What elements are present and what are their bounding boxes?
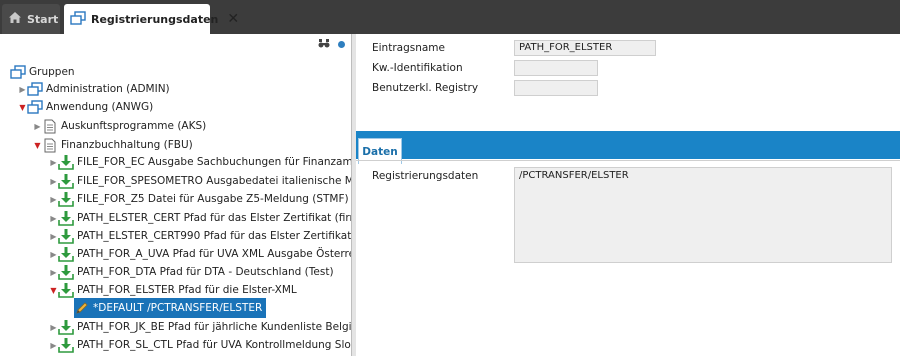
- expand-arrow-icon[interactable]: ▶: [49, 232, 58, 241]
- tree-item-registry[interactable]: ▶ PATH_ELSTER_CERT990 Pfad für das Elste…: [49, 226, 352, 246]
- registrierungsdaten-label: Registrierungsdaten: [372, 170, 479, 182]
- tab-registrierungsdaten-label: Registrierungsdaten: [91, 12, 219, 26]
- home-icon: [8, 11, 22, 27]
- tree-item-label: PATH_ELSTER_CERT Pfad für das Elster Zer…: [77, 212, 352, 224]
- download-icon: [58, 319, 74, 335]
- document-icon: [42, 118, 58, 134]
- group-icon: [27, 99, 43, 115]
- tree-item-anwg[interactable]: ▼ Anwendung (ANWG): [18, 97, 153, 117]
- kw-identifikation-label: Kw.-Identifikation: [372, 62, 463, 74]
- download-icon: [58, 154, 74, 170]
- tree-item-registry[interactable]: ▶ PATH_FOR_SL_CTL Pfad für UVA Kontrollm…: [49, 335, 352, 355]
- download-icon: [58, 282, 74, 298]
- tab-strip: [356, 131, 900, 159]
- download-icon: [58, 337, 74, 353]
- status-dot-icon: [338, 41, 345, 48]
- tree-item-registry[interactable]: ▶ PATH_FOR_A_UVA Pfad für UVA XML Ausgab…: [49, 244, 352, 264]
- expand-arrow-icon[interactable]: ▶: [49, 177, 58, 186]
- collapse-arrow-icon[interactable]: ▼: [49, 286, 58, 295]
- group-icon: [27, 81, 43, 97]
- download-icon: [58, 228, 74, 244]
- eintragsname-field[interactable]: PATH_FOR_ELSTER: [514, 40, 656, 56]
- tab-registrierungsdaten[interactable]: Registrierungsdaten ✕: [64, 4, 239, 34]
- expand-arrow-icon[interactable]: ▶: [49, 323, 58, 332]
- tree-item-label: PATH_FOR_SL_CTL Pfad für UVA Kontrollmel…: [77, 339, 352, 351]
- tree-item-registry[interactable]: ▶ FILE_FOR_Z5 Datei für Ausgabe Z5-Meldu…: [49, 189, 349, 209]
- benutzerkl-registry-label: Benutzerkl. Registry: [372, 82, 479, 94]
- detail-panel: Eintragsname PATH_FOR_ELSTER Kw.-Identif…: [356, 34, 900, 356]
- expand-arrow-icon[interactable]: ▶: [49, 341, 58, 350]
- expand-arrow-icon[interactable]: ▶: [49, 268, 58, 277]
- expand-arrow-icon[interactable]: ▶: [49, 158, 58, 167]
- expand-arrow-icon[interactable]: ▶: [49, 250, 58, 259]
- tree-item-label: *DEFAULT /PCTRANSFER/ELSTER: [93, 302, 263, 314]
- tree-item-label: PATH_FOR_A_UVA Pfad für UVA XML Ausgabe …: [77, 248, 352, 260]
- expand-arrow-icon[interactable]: ▶: [49, 214, 58, 223]
- download-icon: [58, 173, 74, 189]
- document-icon: [42, 137, 58, 153]
- collapse-arrow-icon[interactable]: ▼: [18, 103, 27, 112]
- registrierungsdaten-field[interactable]: /PCTRANSFER/ELSTER: [514, 167, 892, 263]
- expand-arrow-icon[interactable]: ▶: [18, 85, 27, 94]
- tree-item-label: PATH_FOR_DTA Pfad für DTA - Deutschland …: [77, 266, 334, 278]
- tree-item-label: Auskunftsprogramme (AKS): [61, 120, 207, 132]
- tree-item-admin[interactable]: ▶ Administration (ADMIN): [18, 79, 170, 99]
- binoculars-icon[interactable]: [318, 38, 330, 51]
- tree-item-label: PATH_FOR_JK_BE Pfad für jährliche Kunden…: [77, 321, 352, 333]
- kw-identifikation-field[interactable]: [514, 60, 598, 76]
- registry-icon: [70, 10, 86, 28]
- download-icon: [58, 264, 74, 280]
- tree-item-label: PATH_FOR_ELSTER Pfad für die Elster-XML: [77, 284, 297, 296]
- tree-item-default-value[interactable]: *DEFAULT /PCTRANSFER/ELSTER: [74, 298, 267, 318]
- tree-item-registry[interactable]: ▶ PATH_ELSTER_CERT Pfad für das Elster Z…: [49, 208, 352, 228]
- tree-item-label: FILE_FOR_EC Ausgabe Sachbuchungen für Fi…: [77, 156, 352, 168]
- tree-item-label: Anwendung (ANWG): [46, 101, 154, 113]
- tree-item-label: FILE_FOR_Z5 Datei für Ausgabe Z5-Meldung…: [77, 193, 349, 205]
- tree-item-registry[interactable]: ▶ PATH_FOR_DTA Pfad für DTA - Deutschlan…: [49, 262, 334, 282]
- expand-arrow-icon[interactable]: ▶: [49, 195, 58, 204]
- tree-item-label: FILE_FOR_SPESOMETRO Ausgabedatei italien…: [77, 175, 352, 187]
- group-icon: [10, 64, 26, 80]
- tab-bar: Start Registrierungsdaten ✕: [0, 0, 900, 34]
- download-icon: [58, 210, 74, 226]
- expand-arrow-icon[interactable]: ▶: [33, 122, 42, 131]
- benutzerkl-registry-field[interactable]: [514, 80, 598, 96]
- download-icon: [58, 246, 74, 262]
- tree-item-label: Administration (ADMIN): [46, 83, 170, 95]
- eintragsname-label: Eintragsname: [372, 42, 445, 54]
- tree-item-registry[interactable]: ▶ PATH_FOR_JK_BE Pfad für jährliche Kund…: [49, 317, 352, 337]
- tab-start-label: Start: [27, 12, 59, 26]
- tree-panel: Gruppen ▶ Administration (ADMIN) ▼ Anwen…: [0, 34, 352, 356]
- close-icon[interactable]: ✕: [227, 11, 239, 27]
- tree-item-label: Finanzbuchhaltung (FBU): [61, 139, 193, 151]
- tab-start[interactable]: Start: [2, 4, 60, 34]
- tree-item-registry[interactable]: ▶ FILE_FOR_EC Ausgabe Sachbuchungen für …: [49, 152, 352, 172]
- pencil-icon: [74, 300, 90, 316]
- download-icon: [58, 191, 74, 207]
- tree-item-registry[interactable]: ▶ FILE_FOR_SPESOMETRO Ausgabedatei itali…: [49, 171, 352, 191]
- tree-root-label: Gruppen: [29, 66, 75, 78]
- tree-toolbar: [318, 38, 345, 51]
- tree-item-path-for-elster[interactable]: ▼ PATH_FOR_ELSTER Pfad für die Elster-XM…: [49, 280, 297, 300]
- tree-item-label: PATH_ELSTER_CERT990 Pfad für das Elster …: [77, 230, 352, 242]
- collapse-arrow-icon[interactable]: ▼: [33, 141, 42, 150]
- tree-item-aks[interactable]: ▶ Auskunftsprogramme (AKS): [33, 116, 206, 136]
